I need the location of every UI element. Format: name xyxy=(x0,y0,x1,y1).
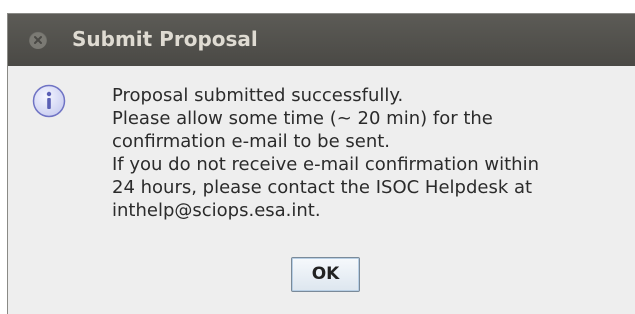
info-icon xyxy=(32,84,66,118)
message-line: 24 hours, please contact the ISOC Helpde… xyxy=(112,177,533,198)
dialog-title: Submit Proposal xyxy=(72,27,258,51)
message-line: If you do not receive e-mail confirmatio… xyxy=(112,154,539,175)
title-bar[interactable]: Submit Proposal xyxy=(8,14,635,66)
submit-proposal-dialog: Submit Proposal Proposal submitted succe… xyxy=(7,13,635,314)
message-text: Proposal submitted successfully. Please … xyxy=(112,84,539,222)
message-line: confirmation e-mail to be sent. xyxy=(112,131,391,152)
close-button[interactable] xyxy=(29,31,47,49)
message-line: inthelp@sciops.esa.int. xyxy=(112,200,321,221)
ok-button[interactable]: OK xyxy=(291,257,360,292)
message-line: Please allow some time (~ 20 min) for th… xyxy=(112,108,493,129)
close-icon xyxy=(34,36,42,44)
message-line: Proposal submitted successfully. xyxy=(112,85,404,106)
